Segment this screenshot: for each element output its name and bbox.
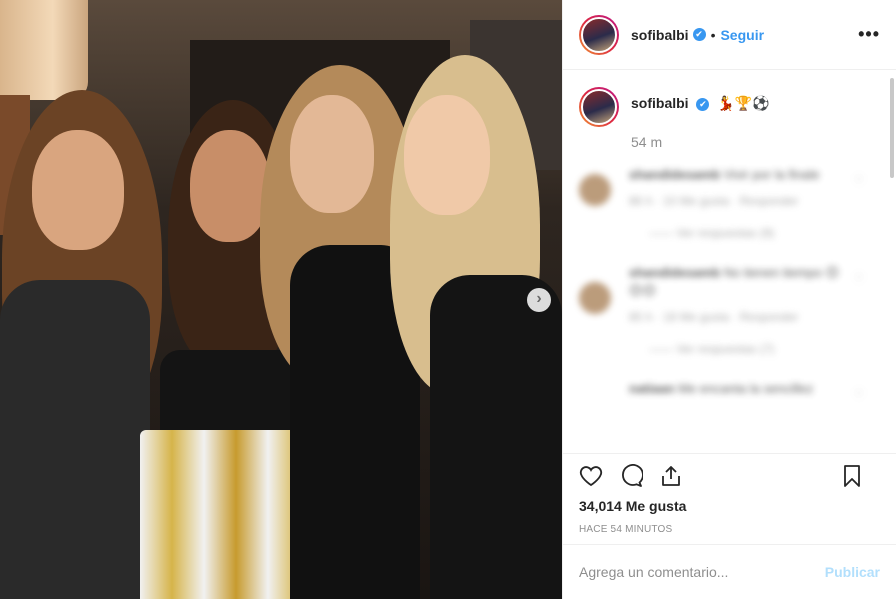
avatar[interactable] xyxy=(579,87,619,127)
comment-username[interactable]: natiaan xyxy=(629,381,675,396)
comment-input[interactable] xyxy=(579,564,825,580)
more-icon[interactable]: ••• xyxy=(858,24,880,45)
post-header: sofibalbi ✔ • Seguir ••• xyxy=(563,0,896,70)
comment-text: Me encanta la sencillez xyxy=(678,381,814,396)
heart-icon[interactable]: ♡ xyxy=(854,388,864,401)
follow-button[interactable]: Seguir xyxy=(720,27,764,43)
caption: sofibalbi ✔ 💃🏆⚽ 54 m xyxy=(579,87,880,150)
heart-icon[interactable]: ♡ xyxy=(854,174,864,187)
lamp-shade xyxy=(0,0,88,100)
comment-item: shandidesamb Vivir por la finale 86 h · … xyxy=(579,166,880,242)
separator-dot: • xyxy=(710,26,716,43)
avatar[interactable] xyxy=(579,14,619,55)
post-photo[interactable]: › xyxy=(0,0,562,599)
person-4 xyxy=(390,55,562,599)
avatar[interactable] xyxy=(579,388,611,420)
comment-meta[interactable]: 86 h · 10 Me gusta · Responder xyxy=(629,192,849,210)
post-details-panel: sofibalbi ✔ • Seguir ••• sofibalbi ✔ 💃🏆⚽… xyxy=(562,0,896,599)
comment-username[interactable]: shandidesamb xyxy=(629,167,720,182)
comment-meta[interactable]: 85 h · 18 Me gusta · Responder xyxy=(629,308,849,326)
comment-text: Vivir por la finale xyxy=(723,167,820,182)
post-actions: 34,014 Me gusta HACE 54 MINUTOS xyxy=(563,453,896,545)
avatar[interactable] xyxy=(579,282,611,314)
comments-section: sofibalbi ✔ 💃🏆⚽ 54 m shandidesamb Vivir … xyxy=(563,71,896,453)
add-comment-bar: Publicar xyxy=(563,544,896,599)
post-time[interactable]: 54 m xyxy=(631,134,770,150)
caption-username[interactable]: sofibalbi xyxy=(631,95,689,111)
avatar[interactable] xyxy=(579,174,611,206)
comments-scrollbar[interactable] xyxy=(890,78,894,178)
publish-button[interactable]: Publicar xyxy=(825,564,880,580)
share-icon[interactable] xyxy=(659,464,683,488)
comment-username[interactable]: shandidesamb xyxy=(629,265,720,280)
verified-icon: ✔ xyxy=(692,28,706,41)
heart-icon[interactable]: ♡ xyxy=(854,272,864,285)
username-link[interactable]: sofibalbi xyxy=(631,27,689,43)
heart-icon[interactable] xyxy=(579,464,603,488)
comment-item: natiaan Me encanta la sencillez ♡ xyxy=(579,380,880,420)
comment-item: shandidesamb No tienen tiempo 😊😊😊 85 h ·… xyxy=(579,264,880,358)
view-replies-link[interactable]: —— Ver respuestas (9) xyxy=(649,224,849,242)
verified-icon: ✔ xyxy=(696,97,710,111)
view-replies-link[interactable]: —— Ver respuestas (7) xyxy=(649,340,849,358)
bookmark-icon[interactable] xyxy=(840,464,864,488)
likes-count[interactable]: 34,014 Me gusta xyxy=(579,498,880,514)
caption-text: 💃🏆⚽ xyxy=(717,95,770,111)
post-timestamp[interactable]: HACE 54 MINUTOS xyxy=(579,524,880,535)
chevron-right-icon[interactable]: › xyxy=(527,288,551,312)
comment-icon[interactable] xyxy=(619,464,643,488)
